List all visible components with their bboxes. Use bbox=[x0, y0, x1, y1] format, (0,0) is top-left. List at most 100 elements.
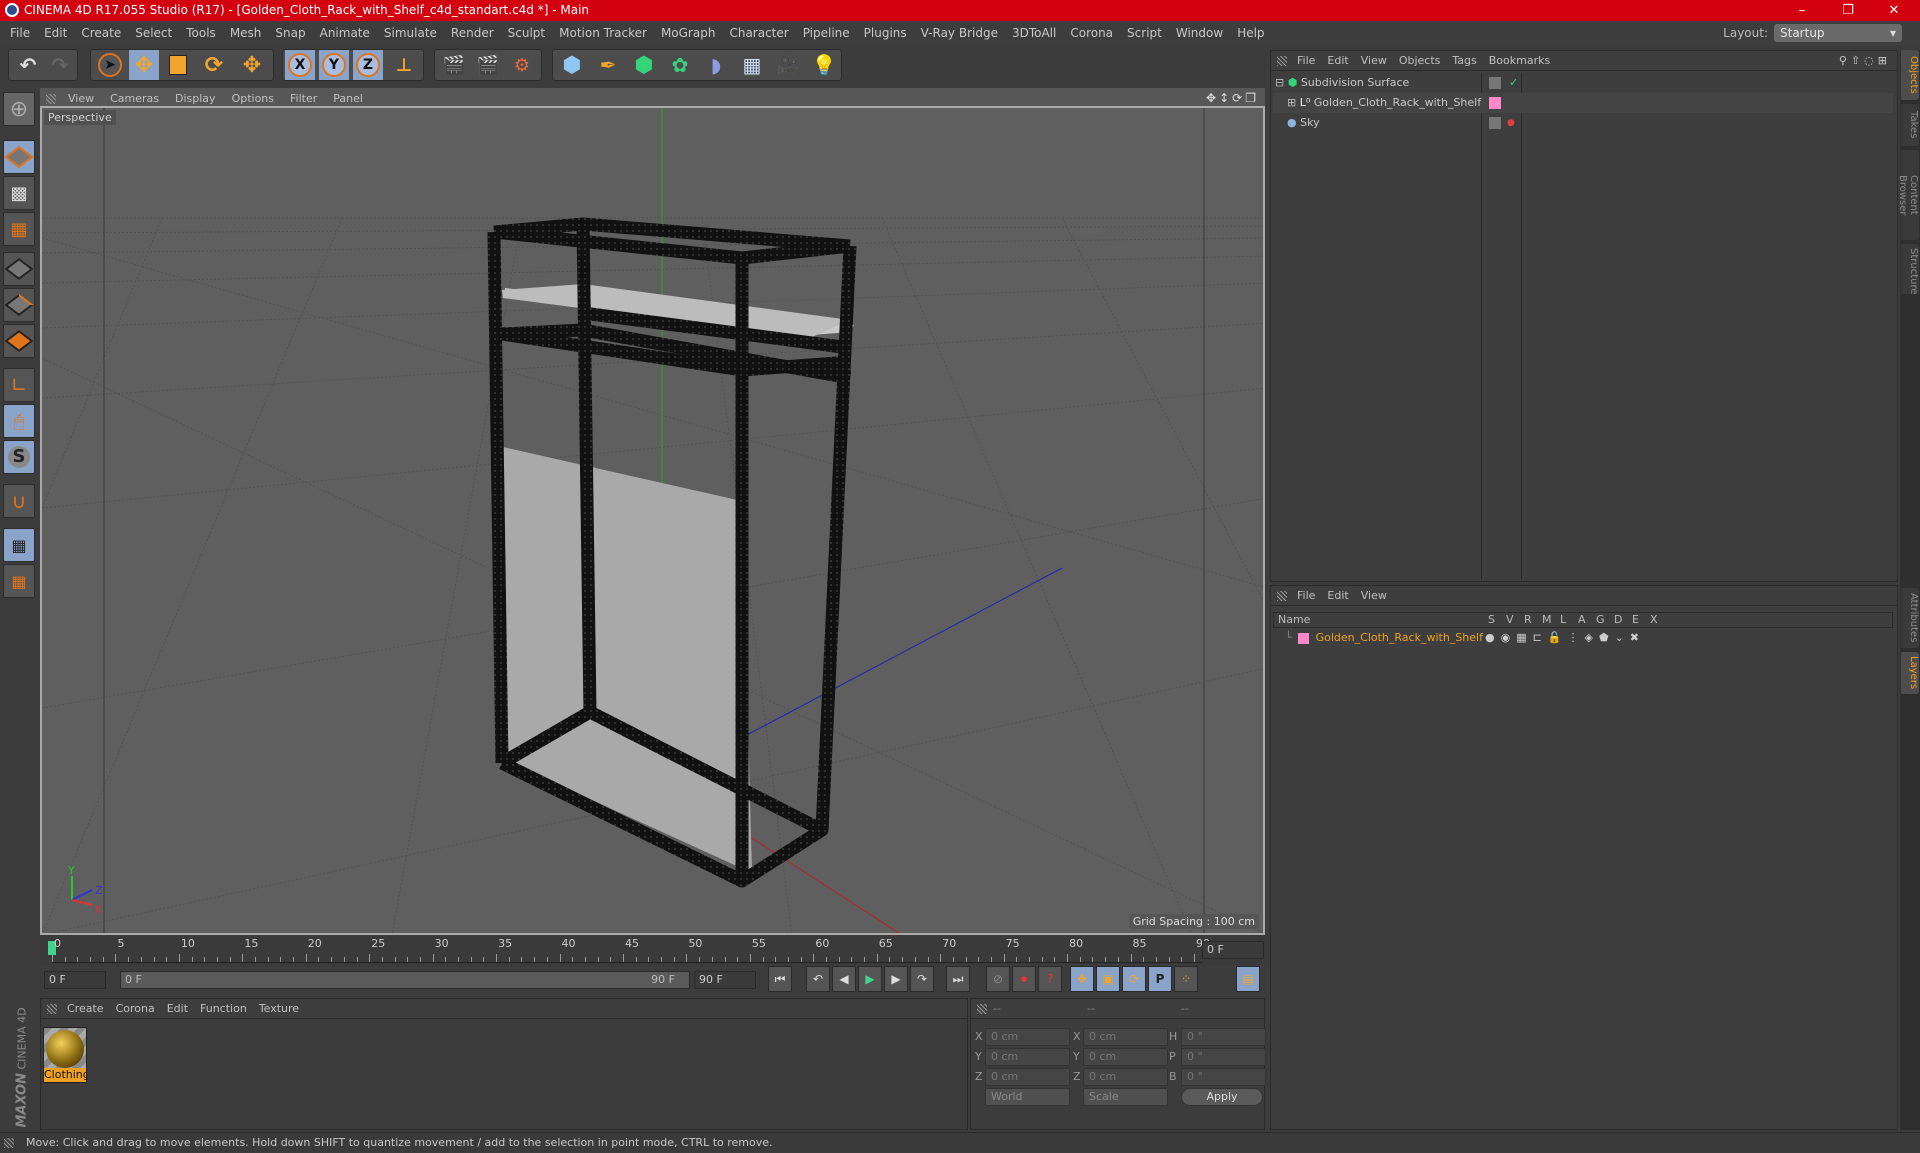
tab-objects[interactable]: Objects bbox=[1901, 50, 1919, 100]
play-icon[interactable]: ▶ bbox=[858, 966, 882, 992]
edit-render-settings-icon[interactable]: ⚙ bbox=[507, 50, 537, 80]
size-y-field[interactable]: 0 cm bbox=[1083, 1048, 1168, 1066]
layer-color-swatch[interactable] bbox=[1489, 97, 1501, 109]
column-manager[interactable]: M bbox=[1542, 613, 1552, 627]
column-solo[interactable]: S bbox=[1488, 613, 1495, 627]
timeline-window-icon[interactable]: ▤ bbox=[1236, 966, 1260, 992]
render-picture-viewer-icon[interactable]: 🎬 bbox=[473, 50, 503, 80]
viewport-menu-filter[interactable]: Filter bbox=[282, 89, 325, 109]
points-mode-icon[interactable] bbox=[3, 252, 35, 286]
polygons-mode-icon[interactable] bbox=[3, 324, 35, 358]
minimize-button[interactable]: – bbox=[1780, 0, 1824, 21]
material-menu-texture[interactable]: Texture bbox=[253, 999, 305, 1019]
menu-window[interactable]: Window bbox=[1169, 21, 1230, 46]
render-view-icon[interactable]: 🎬 bbox=[439, 50, 469, 80]
solo-mode-icon[interactable]: S bbox=[3, 440, 35, 474]
keyframe-selection-icon[interactable]: ? bbox=[1038, 966, 1062, 992]
display-tag-icon[interactable] bbox=[1489, 77, 1501, 89]
menu-mograph[interactable]: MoGraph bbox=[654, 21, 723, 46]
expressions-toggle-icon[interactable]: ⌄ bbox=[1615, 631, 1630, 644]
viewport-menu-panel[interactable]: Panel bbox=[325, 89, 371, 109]
viewport-menu-cameras[interactable]: Cameras bbox=[102, 89, 167, 109]
material-menu-corona[interactable]: Corona bbox=[110, 999, 161, 1019]
current-frame-field[interactable]: 0 F bbox=[1202, 941, 1264, 959]
objects-menu-tags[interactable]: Tags bbox=[1446, 51, 1482, 71]
manager-toggle-icon[interactable]: ⊏ bbox=[1533, 631, 1548, 644]
object-row-subdivision-surface[interactable]: ⊟ ⬢ Subdivision Surface ✓ bbox=[1273, 73, 1893, 93]
objects-menu-objects[interactable]: Objects bbox=[1393, 51, 1447, 71]
key-point-level-icon[interactable]: ⁘ bbox=[1174, 966, 1198, 992]
home-icon[interactable]: ⇧ bbox=[1851, 54, 1864, 67]
previous-frame-icon[interactable]: ◀ bbox=[832, 966, 856, 992]
animation-toggle-icon[interactable]: ⋮ bbox=[1568, 631, 1585, 644]
zoom-view-icon[interactable]: ↕ bbox=[1219, 91, 1232, 105]
position-x-field[interactable]: 0 cm bbox=[985, 1028, 1070, 1046]
size-mode-dropdown[interactable]: Scale bbox=[1083, 1088, 1168, 1106]
generators-toggle-icon[interactable]: ◈ bbox=[1585, 631, 1599, 644]
panel-grip-icon[interactable] bbox=[1277, 56, 1287, 66]
3d-viewport[interactable]: Y Z X Perspective Grid Spacing : 100 cm bbox=[40, 108, 1265, 935]
rotate-icon[interactable]: ⟳ bbox=[199, 50, 229, 80]
key-rotation-icon[interactable]: ⟳ bbox=[1122, 966, 1146, 992]
column-generators[interactable]: G bbox=[1596, 613, 1605, 627]
tab-layers[interactable]: Layers bbox=[1901, 652, 1919, 694]
panel-grip-icon[interactable] bbox=[47, 1004, 57, 1014]
key-parameter-icon[interactable]: P bbox=[1148, 966, 1172, 992]
layers-menu-view[interactable]: View bbox=[1355, 586, 1393, 606]
apply-button[interactable]: Apply bbox=[1181, 1088, 1263, 1106]
x-axis-lock[interactable]: X bbox=[285, 50, 315, 80]
tab-attributes[interactable]: Attributes bbox=[1901, 588, 1919, 648]
key-position-icon[interactable]: ✥ bbox=[1070, 966, 1094, 992]
menu-tools[interactable]: Tools bbox=[179, 21, 223, 46]
menu-help[interactable]: Help bbox=[1230, 21, 1271, 46]
live-selection-icon[interactable]: ➤ bbox=[95, 50, 125, 80]
lock-toggle-icon[interactable]: 🔓 bbox=[1548, 631, 1568, 644]
object-row-sky[interactable]: ● Sky ● bbox=[1273, 113, 1893, 133]
tab-takes[interactable]: Takes bbox=[1901, 104, 1919, 146]
collapse-icon[interactable]: ⊟ bbox=[1275, 76, 1284, 89]
workplane-mode-icon[interactable]: ▦ bbox=[3, 212, 35, 246]
world-coordinate-icon[interactable]: ⊥ bbox=[389, 50, 419, 80]
panel-grip-icon[interactable] bbox=[1277, 591, 1287, 601]
rotation-p-field[interactable]: 0 ° bbox=[1181, 1048, 1266, 1066]
objects-menu-edit[interactable]: Edit bbox=[1321, 51, 1354, 71]
viewport-menu-view[interactable]: View bbox=[60, 89, 102, 109]
panel-grip-icon[interactable] bbox=[46, 93, 56, 104]
objects-menu-bookmarks[interactable]: Bookmarks bbox=[1483, 51, 1556, 71]
edges-mode-icon[interactable] bbox=[3, 288, 35, 322]
render-off-dot-icon[interactable]: ● bbox=[1507, 113, 1515, 133]
column-deformers[interactable]: D bbox=[1614, 613, 1622, 627]
end-frame-field[interactable]: 90 F bbox=[694, 971, 756, 989]
menu-file[interactable]: File bbox=[0, 21, 37, 46]
tab-content-browser[interactable]: Content Browser bbox=[1897, 150, 1919, 240]
rotation-h-field[interactable]: 0 ° bbox=[1181, 1028, 1266, 1046]
texture-mode-icon[interactable]: ▩ bbox=[3, 176, 35, 210]
menu-character[interactable]: Character bbox=[722, 21, 795, 46]
menu-create[interactable]: Create bbox=[74, 21, 128, 46]
menu-select[interactable]: Select bbox=[128, 21, 179, 46]
material-clothing[interactable]: Clothing bbox=[43, 1027, 87, 1083]
column-visible[interactable]: V bbox=[1506, 613, 1514, 627]
viewport-menu-options[interactable]: Options bbox=[224, 89, 282, 109]
column-name[interactable]: Name bbox=[1278, 613, 1310, 627]
column-render[interactable]: R bbox=[1524, 613, 1532, 627]
previous-key-icon[interactable]: ↶ bbox=[806, 966, 830, 992]
xref-toggle-icon[interactable]: ✖ bbox=[1630, 631, 1645, 644]
deformer-icon[interactable]: ◗ bbox=[701, 50, 731, 80]
display-tag-icon[interactable] bbox=[1489, 117, 1501, 129]
floor-icon[interactable]: ▦ bbox=[737, 50, 767, 80]
expand-icon[interactable]: ⊞ bbox=[1287, 96, 1296, 109]
cube-icon[interactable]: ⬢ bbox=[557, 50, 587, 80]
solo-toggle-icon[interactable]: ● bbox=[1485, 631, 1501, 644]
layers-menu-file[interactable]: File bbox=[1291, 586, 1321, 606]
coordinate-system-dropdown[interactable]: World bbox=[985, 1088, 1070, 1106]
rotation-b-field[interactable]: 0 ° bbox=[1181, 1068, 1266, 1086]
maximize-view-icon[interactable]: ❐ bbox=[1245, 91, 1259, 105]
position-z-field[interactable]: 0 cm bbox=[985, 1068, 1070, 1086]
visible-toggle-icon[interactable]: ◉ bbox=[1501, 631, 1517, 644]
start-frame-field[interactable]: 0 F bbox=[44, 971, 106, 989]
deformers-toggle-icon[interactable]: ⬟ bbox=[1599, 631, 1615, 644]
tab-structure[interactable]: Structure bbox=[1901, 244, 1919, 295]
layers-menu-edit[interactable]: Edit bbox=[1321, 586, 1354, 606]
cloner-icon[interactable]: ✿ bbox=[665, 50, 695, 80]
